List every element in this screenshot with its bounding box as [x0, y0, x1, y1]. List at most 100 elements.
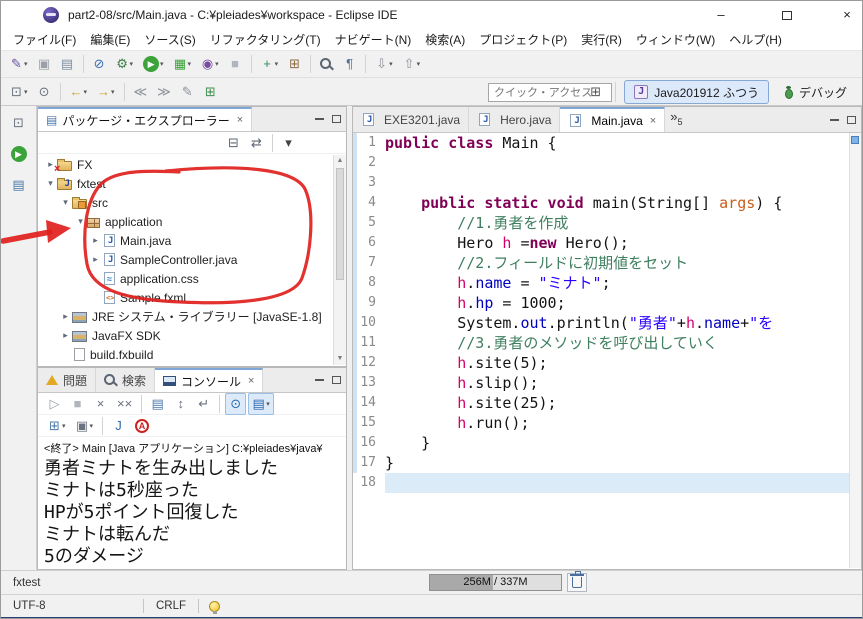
- collapse-all-icon[interactable]: ⊟: [223, 132, 244, 154]
- run-icon[interactable]: ▶ ▾: [139, 53, 168, 75]
- link-with-editor-icon[interactable]: ⇄: [246, 132, 267, 154]
- new-wizard-icon[interactable]: ✎ ▾: [6, 53, 32, 75]
- save-icon[interactable]: ▣: [34, 53, 55, 75]
- minimize-panel-button[interactable]: [315, 379, 324, 381]
- restore-view-icon[interactable]: ⊡: [7, 112, 31, 134]
- tree-item-main-java[interactable]: ▸ Main.java: [38, 231, 333, 250]
- stop-icon[interactable]: ■: [225, 53, 246, 75]
- window-minimize-button[interactable]: –: [699, 1, 743, 29]
- close-tab-icon[interactable]: ×: [237, 114, 243, 126]
- chevron-collapsed-icon[interactable]: ▸: [59, 330, 72, 341]
- view-menu-icon[interactable]: ▾: [278, 132, 299, 154]
- coverage-icon[interactable]: ▦ ▾: [170, 53, 196, 75]
- debug-icon[interactable]: ⚙ ▾: [112, 53, 138, 75]
- hidden-tabs-indicator[interactable]: » 5: [665, 107, 687, 132]
- code-line-11[interactable]: 11 //3.勇者のメソッドを呼び出していく: [357, 333, 849, 353]
- search-icon[interactable]: [316, 53, 337, 75]
- menu-item-3[interactable]: リファクタリング(T): [203, 29, 328, 50]
- editor-tab-hero-java[interactable]: Hero.java: [469, 107, 561, 132]
- menu-item-9[interactable]: ヘルプ(H): [722, 29, 789, 50]
- perspective-debug-button[interactable]: デバッグ: [773, 80, 857, 104]
- code-editor[interactable]: 1 public class Main {2 3 4 public static vo…: [353, 133, 849, 568]
- code-line-5[interactable]: 5 //1.勇者を作成: [357, 213, 849, 233]
- code-line-8[interactable]: 8 h.name = "ミナト";: [357, 273, 849, 293]
- scroll-lock-icon[interactable]: ↕: [170, 393, 191, 415]
- new-console-view-icon[interactable]: ▣ ▾: [72, 415, 98, 437]
- perspective-java-button[interactable]: J Java201912 ふつう: [624, 80, 769, 104]
- chevron-collapsed-icon[interactable]: ▸: [89, 254, 102, 265]
- editor-tab-main-java[interactable]: Main.java ×: [560, 107, 666, 132]
- code-line-14[interactable]: 14 h.site(25);: [357, 393, 849, 413]
- pin-console-icon[interactable]: ⊙: [225, 392, 247, 415]
- tree-item-build-fxbuild[interactable]: build.fxbuild: [38, 345, 333, 364]
- console-text-area[interactable]: <終了> Main [Java アプリケーション] C:¥pleiades¥ja…: [38, 437, 345, 568]
- code-line-15[interactable]: 15 h.run();: [357, 413, 849, 433]
- tree-item-fxtest[interactable]: ▾ fxtest: [38, 174, 333, 193]
- code-line-10[interactable]: 10 System.out.println("勇者"+h.name+"を: [357, 313, 849, 333]
- print-icon[interactable]: ▤: [57, 53, 78, 75]
- code-line-12[interactable]: 12 h.site(5);: [357, 353, 849, 373]
- skip-breakpoints-icon[interactable]: ⊘: [89, 53, 110, 75]
- last-edit-location-icon[interactable]: ≪: [130, 81, 152, 103]
- run-view-icon[interactable]: ▶: [7, 143, 31, 165]
- java-stack-trace-console-icon[interactable]: J: [108, 415, 129, 437]
- tree-item-javafx-sdk[interactable]: ▸ JavaFX SDK: [38, 326, 333, 345]
- maximize-panel-button[interactable]: [332, 115, 341, 123]
- close-tab-icon[interactable]: ×: [650, 115, 656, 127]
- overview-ruler[interactable]: [849, 133, 861, 568]
- menu-item-7[interactable]: 実行(R): [574, 29, 629, 50]
- chevron-expanded-icon[interactable]: ▾: [59, 197, 72, 208]
- close-tab-icon[interactable]: ×: [248, 375, 254, 387]
- tree-item-sample-fxml[interactable]: Sample.fxml: [38, 288, 333, 307]
- code-line-16[interactable]: 16 }: [357, 433, 849, 453]
- annotate-icon[interactable]: ✎: [177, 81, 198, 103]
- menu-item-8[interactable]: ウィンドウ(W): [629, 29, 722, 50]
- terminate-icon[interactable]: ■: [67, 393, 88, 415]
- tab-search[interactable]: 検索: [96, 368, 156, 392]
- prev-annotation-icon[interactable]: ⇧ ▾: [399, 53, 425, 75]
- remove-all-launches-icon[interactable]: ××: [113, 393, 136, 415]
- new-java-class-icon[interactable]: + ▾: [257, 53, 283, 75]
- tree-item-part1[interactable]: ▸part1: [38, 364, 333, 365]
- tree-item-application[interactable]: ▾ application: [38, 212, 333, 231]
- maximize-panel-button[interactable]: [847, 115, 856, 124]
- tree-item-jre-javase-1-8[interactable]: ▸ JRE システム・ライブラリー [JavaSE-1.8]: [38, 307, 333, 326]
- scroll-up-icon[interactable]: ▲: [334, 155, 346, 167]
- show-whitespace-icon[interactable]: ¶: [339, 53, 360, 75]
- word-wrap-icon[interactable]: ↵: [193, 393, 214, 415]
- tree-item-application-css[interactable]: application.css: [38, 269, 333, 288]
- open-console-icon[interactable]: ⊞ ▾: [44, 415, 70, 437]
- menu-item-6[interactable]: プロジェクト(P): [472, 29, 574, 50]
- next-annotation-icon[interactable]: ⇩ ▾: [371, 53, 397, 75]
- tree-item-fx[interactable]: ▸FX: [38, 155, 333, 175]
- window-close-button[interactable]: ×: [825, 1, 862, 29]
- tree-item-samplecontroller-java[interactable]: ▸ SampleController.java: [38, 250, 333, 269]
- back-history-icon[interactable]: ← ▾: [66, 81, 92, 103]
- menu-item-1[interactable]: 編集(E): [83, 29, 137, 50]
- clear-console-icon[interactable]: ▤: [147, 393, 168, 415]
- window-maximize-button[interactable]: [765, 1, 809, 29]
- fast-view-icon[interactable]: ⊡ ▾: [6, 81, 32, 103]
- tab-problems[interactable]: 問題: [38, 368, 97, 392]
- minimize-panel-button[interactable]: [830, 118, 839, 121]
- chevron-expanded-icon[interactable]: ▾: [44, 178, 57, 189]
- show-view-icon[interactable]: ⊞: [200, 81, 221, 103]
- next-edit-location-icon[interactable]: ≫: [153, 81, 175, 103]
- code-line-9[interactable]: 9 h.hp = 1000;: [357, 293, 849, 313]
- code-line-3[interactable]: 3: [357, 173, 849, 193]
- scroll-down-icon[interactable]: ▼: [334, 353, 346, 365]
- minimize-panel-button[interactable]: [315, 118, 324, 120]
- tab-package-explorer[interactable]: パッケージ・エクスプローラー ×: [38, 107, 253, 131]
- relaunch-icon[interactable]: ▷: [44, 393, 65, 415]
- tree-scrollbar[interactable]: ▲ ▼: [333, 155, 346, 365]
- remove-launch-icon[interactable]: ×: [90, 393, 111, 415]
- code-line-18[interactable]: 18: [357, 473, 849, 493]
- maximize-panel-button[interactable]: [332, 376, 341, 384]
- activate-on-stderr-icon[interactable]: A: [131, 415, 153, 437]
- menu-item-4[interactable]: ナビゲート(N): [328, 29, 419, 50]
- display-console-icon[interactable]: ▤ ▾: [248, 392, 274, 415]
- chevron-collapsed-icon[interactable]: ▸: [89, 235, 102, 246]
- tab-console[interactable]: コンソール ×: [155, 368, 264, 392]
- code-line-13[interactable]: 13 h.slip();: [357, 373, 849, 393]
- chevron-expanded-icon[interactable]: ▾: [74, 216, 87, 227]
